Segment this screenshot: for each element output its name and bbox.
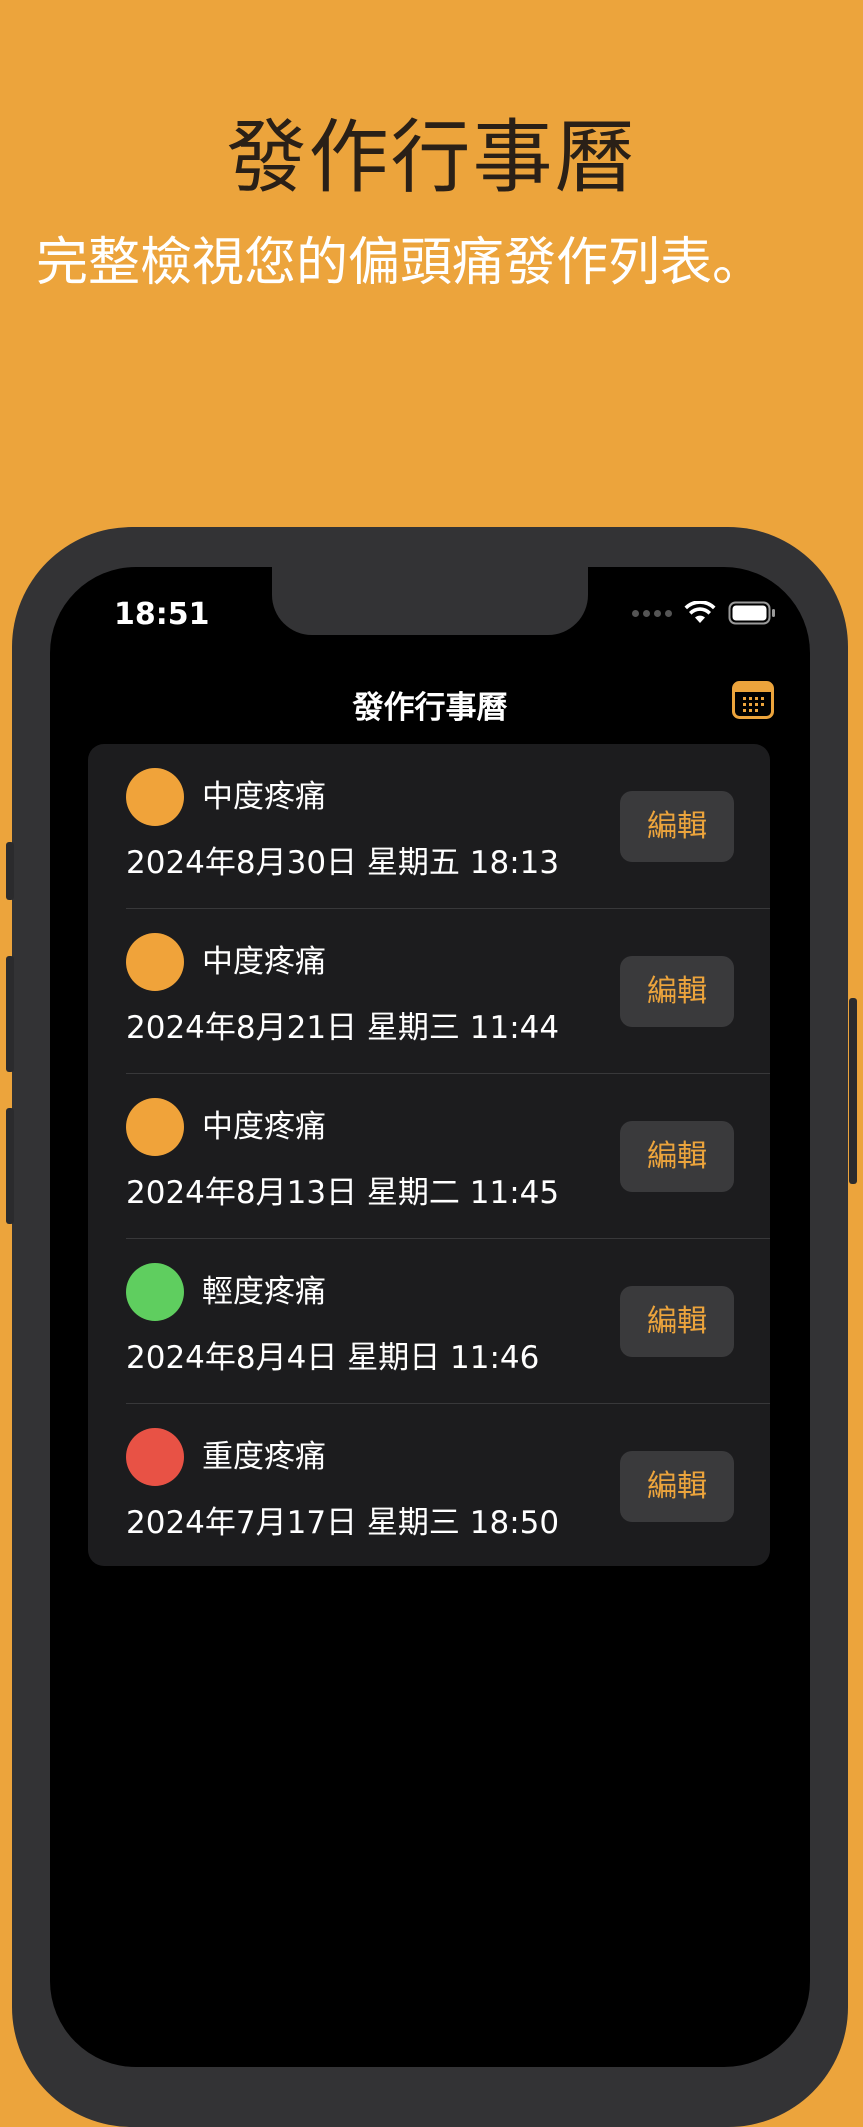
nav-title: 發作行事曆 — [352, 690, 508, 726]
list-item: 輕度疼痛 2024年8月4日 星期日 11:46 編輯 — [88, 1239, 770, 1404]
severity-label: 重度疼痛 — [202, 1439, 326, 1475]
list-item: 中度疼痛 2024年8月21日 星期三 11:44 編輯 — [88, 909, 770, 1074]
edit-button[interactable]: 編輯 — [620, 1121, 734, 1192]
edit-button[interactable]: 編輯 — [620, 1451, 734, 1522]
edit-button[interactable]: 編輯 — [620, 791, 734, 862]
wifi-icon — [684, 601, 716, 623]
cellular-signal-icon — [632, 609, 672, 617]
severity-label: 輕度疼痛 — [202, 1274, 326, 1310]
severity-indicator — [126, 1428, 184, 1486]
severity-indicator — [126, 1263, 184, 1321]
edit-button[interactable]: 編輯 — [620, 956, 734, 1027]
episode-datetime: 2024年7月17日 星期三 18:50 — [126, 1505, 560, 1541]
promo-subtitle: 完整檢視您的偏頭痛發作列表。 — [36, 233, 765, 293]
episode-datetime: 2024年8月13日 星期二 11:45 — [126, 1175, 560, 1211]
battery-icon — [728, 601, 775, 625]
phone-screen: 18:51 發作行事曆 中度疼痛 2024年8月30日 星期五 18:13 編輯… — [50, 567, 810, 2067]
list-item: 中度疼痛 2024年8月13日 星期二 11:45 編輯 — [88, 1074, 770, 1239]
promo-title: 發作行事曆 — [226, 111, 637, 204]
list-item: 重度疼痛 2024年7月17日 星期三 18:50 編輯 — [88, 1404, 770, 1566]
episode-list: 中度疼痛 2024年8月30日 星期五 18:13 編輯 中度疼痛 2024年8… — [88, 744, 770, 1566]
severity-indicator — [126, 933, 184, 991]
phone-side-button-power — [849, 998, 857, 1184]
severity-indicator — [126, 768, 184, 826]
status-time: 18:51 — [114, 597, 210, 632]
episode-datetime: 2024年8月4日 星期日 11:46 — [126, 1340, 540, 1376]
severity-label: 中度疼痛 — [202, 944, 326, 980]
phone-notch — [272, 567, 588, 635]
phone-side-button-silent — [6, 842, 14, 900]
phone-side-button-volume-down — [6, 1108, 14, 1224]
calendar-icon[interactable] — [732, 681, 774, 719]
list-item: 中度疼痛 2024年8月30日 星期五 18:13 編輯 — [88, 744, 770, 909]
severity-label: 中度疼痛 — [202, 1109, 326, 1145]
phone-side-button-volume-up — [6, 956, 14, 1072]
edit-button[interactable]: 編輯 — [620, 1286, 734, 1357]
status-icons — [632, 601, 776, 625]
severity-label: 中度疼痛 — [202, 779, 326, 815]
episode-datetime: 2024年8月21日 星期三 11:44 — [126, 1010, 560, 1046]
severity-indicator — [126, 1098, 184, 1156]
episode-datetime: 2024年8月30日 星期五 18:13 — [126, 845, 560, 881]
